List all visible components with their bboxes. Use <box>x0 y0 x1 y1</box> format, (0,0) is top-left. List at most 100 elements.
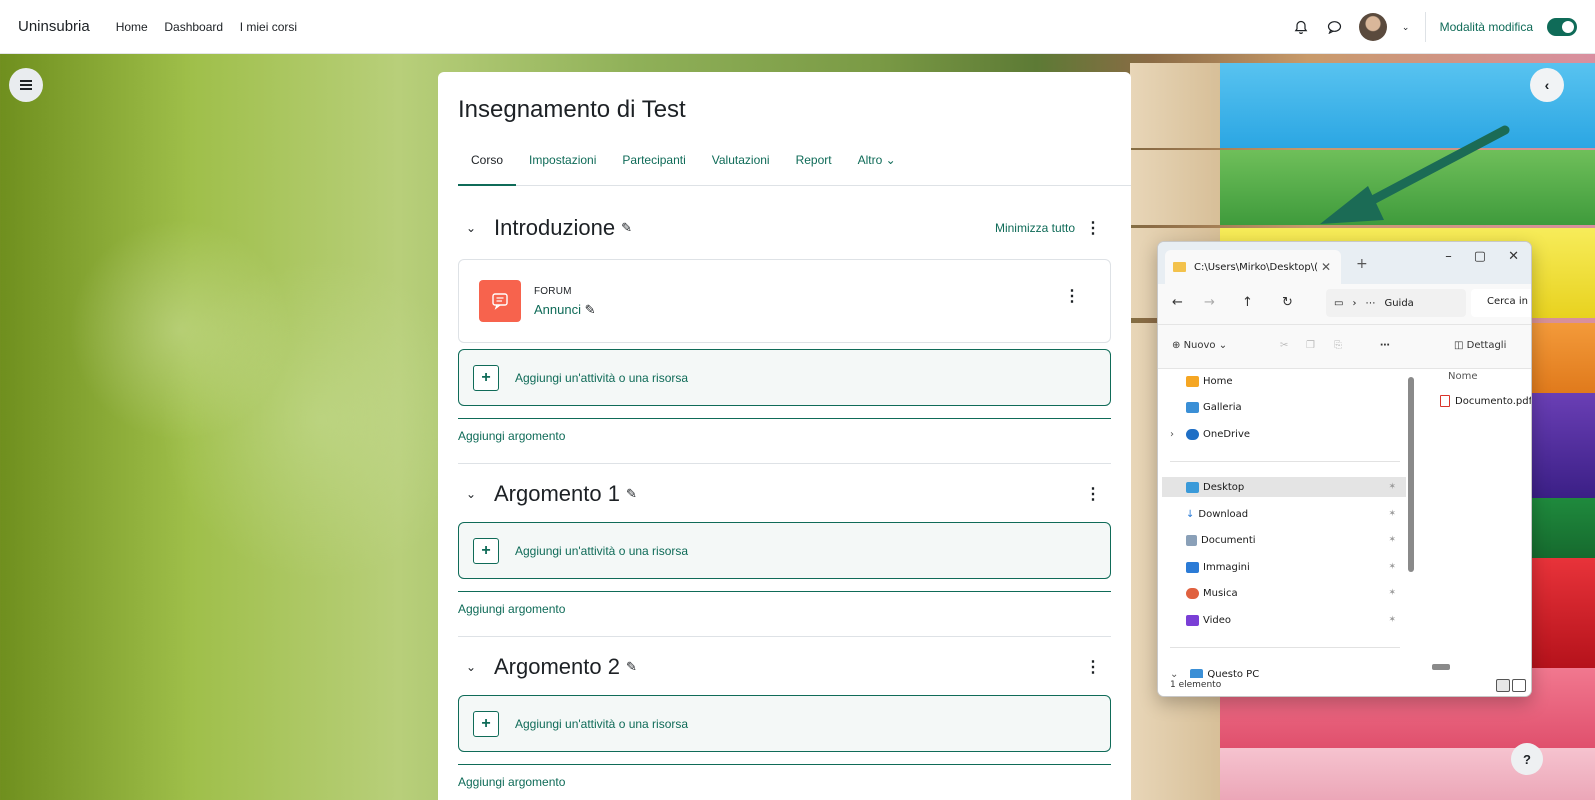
address-input[interactable]: ▭ › ⋯ Guida <box>1326 289 1466 317</box>
edit-pencil-icon[interactable]: ✎ <box>626 486 637 502</box>
primary-nav: Home Dashboard I miei corsi <box>116 19 310 34</box>
nav-item-download[interactable]: ↓ Download ✶ <box>1186 504 1406 524</box>
add-topic-row: Aggiungi argomento <box>458 418 1111 464</box>
course-index-toggle[interactable] <box>9 68 43 102</box>
minimize-icon[interactable]: – <box>1445 249 1452 264</box>
nav-dashboard[interactable]: Dashboard <box>164 20 223 34</box>
home-icon <box>1186 375 1199 387</box>
section-title: Introduzione <box>494 215 616 240</box>
add-activity-label: Aggiungi un'attività o una risorsa <box>515 543 689 558</box>
column-header-name[interactable]: Nome <box>1448 371 1478 382</box>
maximize-icon[interactable]: ▢ <box>1474 249 1486 264</box>
more-options-icon[interactable]: ⋯ <box>1380 340 1390 351</box>
add-activity-button[interactable]: + Aggiungi un'attività o una risorsa <box>458 349 1111 406</box>
file-item[interactable]: Documento.pdf <box>1440 395 1531 407</box>
edit-pencil-icon[interactable]: ✎ <box>626 659 637 675</box>
files-pane: Nome Documento.pdf <box>1420 369 1531 678</box>
activity-name[interactable]: Annunci ✎ <box>534 302 596 318</box>
add-activity-button[interactable]: + Aggiungi un'attività o una risorsa <box>458 522 1111 579</box>
copy-icon[interactable]: ❐ <box>1306 340 1315 351</box>
close-tab-icon[interactable]: ✕ <box>1321 260 1331 274</box>
search-placeholder: Cerca in <box>1487 296 1528 307</box>
plus-icon: + <box>473 537 499 564</box>
nav-item-pictures[interactable]: Immagini ✶ <box>1186 557 1406 577</box>
nav-item-home[interactable]: Home <box>1186 371 1233 391</box>
nav-item-gallery[interactable]: Galleria <box>1186 397 1242 417</box>
site-brand[interactable]: Uninsubria <box>18 18 90 35</box>
tiles-view-icon[interactable] <box>1512 679 1526 692</box>
chevron-down-icon[interactable]: ⌄ <box>1401 17 1411 37</box>
nav-scrollbar[interactable] <box>1408 377 1414 572</box>
file-explorer-window: C:\Users\Mirko\Desktop\( ✕ + – ▢ ✕ ← → ↑… <box>1157 241 1532 697</box>
search-input[interactable]: Cerca in <box>1471 289 1531 317</box>
section-header-argomento-1: ⌄ Argomento 1 ✎ ⋮ <box>458 479 1111 509</box>
nav-item-music[interactable]: Musica ✶ <box>1186 583 1406 603</box>
chevron-right-icon[interactable]: › <box>1170 429 1174 440</box>
nav-home[interactable]: Home <box>116 20 148 34</box>
nav-my-courses[interactable]: I miei corsi <box>240 20 297 34</box>
up-icon[interactable]: ↑ <box>1242 295 1253 310</box>
add-activity-label: Aggiungi un'attività o una risorsa <box>515 716 689 731</box>
bell-icon[interactable] <box>1291 17 1311 37</box>
close-icon[interactable]: ✕ <box>1508 249 1519 264</box>
pin-icon[interactable]: ✶ <box>1388 588 1396 598</box>
section-header-introduzione: ⌄ Introduzione ✎ Minimizza tutto ⋮ <box>458 213 1111 243</box>
pin-icon[interactable]: ✶ <box>1388 482 1396 492</box>
edit-mode-label: Modalità modifica <box>1439 20 1533 34</box>
block-drawer-toggle[interactable]: ‹ <box>1530 68 1564 102</box>
edit-mode-toggle[interactable] <box>1547 18 1577 36</box>
cut-icon[interactable]: ✂ <box>1280 340 1288 351</box>
collapse-all-link[interactable]: Minimizza tutto <box>995 221 1075 235</box>
new-tab-icon[interactable]: + <box>1356 256 1368 272</box>
activity-menu-icon[interactable]: ⋮ <box>1064 286 1080 306</box>
pin-icon[interactable]: ✶ <box>1388 535 1396 545</box>
edit-pencil-icon[interactable]: ✎ <box>621 220 632 236</box>
pin-icon[interactable]: ✶ <box>1388 509 1396 519</box>
help-button[interactable]: ? <box>1511 743 1543 775</box>
section-menu-icon[interactable]: ⋮ <box>1085 218 1101 238</box>
tab-grades[interactable]: Valutazioni <box>699 148 783 186</box>
details-button[interactable]: ◫ Dettagli <box>1454 340 1506 351</box>
topbar-divider <box>1424 12 1426 42</box>
pin-icon[interactable]: ✶ <box>1388 562 1396 572</box>
nav-item-documents[interactable]: Documenti ✶ <box>1186 530 1406 550</box>
download-icon: ↓ <box>1186 508 1195 520</box>
add-topic-link[interactable]: Aggiungi argomento <box>458 602 565 616</box>
user-avatar[interactable] <box>1358 13 1387 41</box>
back-icon[interactable]: ← <box>1172 295 1183 310</box>
nav-item-onedrive[interactable]: › OneDrive <box>1170 424 1250 444</box>
details-view-icon[interactable] <box>1496 679 1510 692</box>
tab-more[interactable]: Altro ⌄ <box>845 148 909 186</box>
tab-participants[interactable]: Partecipanti <box>609 148 698 186</box>
section-menu-icon[interactable]: ⋮ <box>1085 484 1101 504</box>
add-topic-link[interactable]: Aggiungi argomento <box>458 429 565 443</box>
section-title: Argomento 1 <box>494 481 620 506</box>
add-topic-link[interactable]: Aggiungi argomento <box>458 775 565 789</box>
more-path-icon[interactable]: ⋯ <box>1365 298 1375 309</box>
folder-icon <box>1173 262 1186 272</box>
chevron-down-icon[interactable]: ⌄ <box>466 221 488 235</box>
top-navbar: Uninsubria Home Dashboard I miei corsi ⌄… <box>0 0 1595 54</box>
messages-icon[interactable] <box>1325 17 1345 37</box>
add-activity-button[interactable]: + Aggiungi un'attività o una risorsa <box>458 695 1111 752</box>
chevron-down-icon[interactable]: ⌄ <box>466 487 488 501</box>
nav-item-desktop[interactable]: Desktop ✶ <box>1162 477 1406 497</box>
refresh-icon[interactable]: ↻ <box>1282 295 1293 310</box>
edit-pencil-icon[interactable]: ✎ <box>585 302 596 317</box>
list-icon <box>20 80 32 90</box>
tab-course[interactable]: Corso <box>458 148 517 186</box>
new-button[interactable]: ⊕ Nuovo ⌄ <box>1172 340 1227 351</box>
horizontal-scrollbar[interactable] <box>1432 664 1450 670</box>
pin-icon[interactable]: ✶ <box>1388 615 1396 625</box>
tab-settings[interactable]: Impostazioni <box>516 148 609 186</box>
explorer-tab[interactable]: C:\Users\Mirko\Desktop\( ✕ <box>1165 250 1341 284</box>
chevron-down-icon[interactable]: ⌄ <box>466 660 488 674</box>
paste-icon[interactable]: ⎘ <box>1334 340 1342 351</box>
section-menu-icon[interactable]: ⋮ <box>1085 657 1101 677</box>
nav-item-video[interactable]: Video ✶ <box>1186 610 1406 630</box>
forward-icon[interactable]: → <box>1204 295 1215 310</box>
annotation-arrow <box>1320 125 1510 224</box>
tab-path: C:\Users\Mirko\Desktop\( <box>1194 261 1319 273</box>
activity-forum-annunci: FORUM Annunci ✎ ⋮ <box>458 259 1111 343</box>
tab-reports[interactable]: Report <box>783 148 845 186</box>
